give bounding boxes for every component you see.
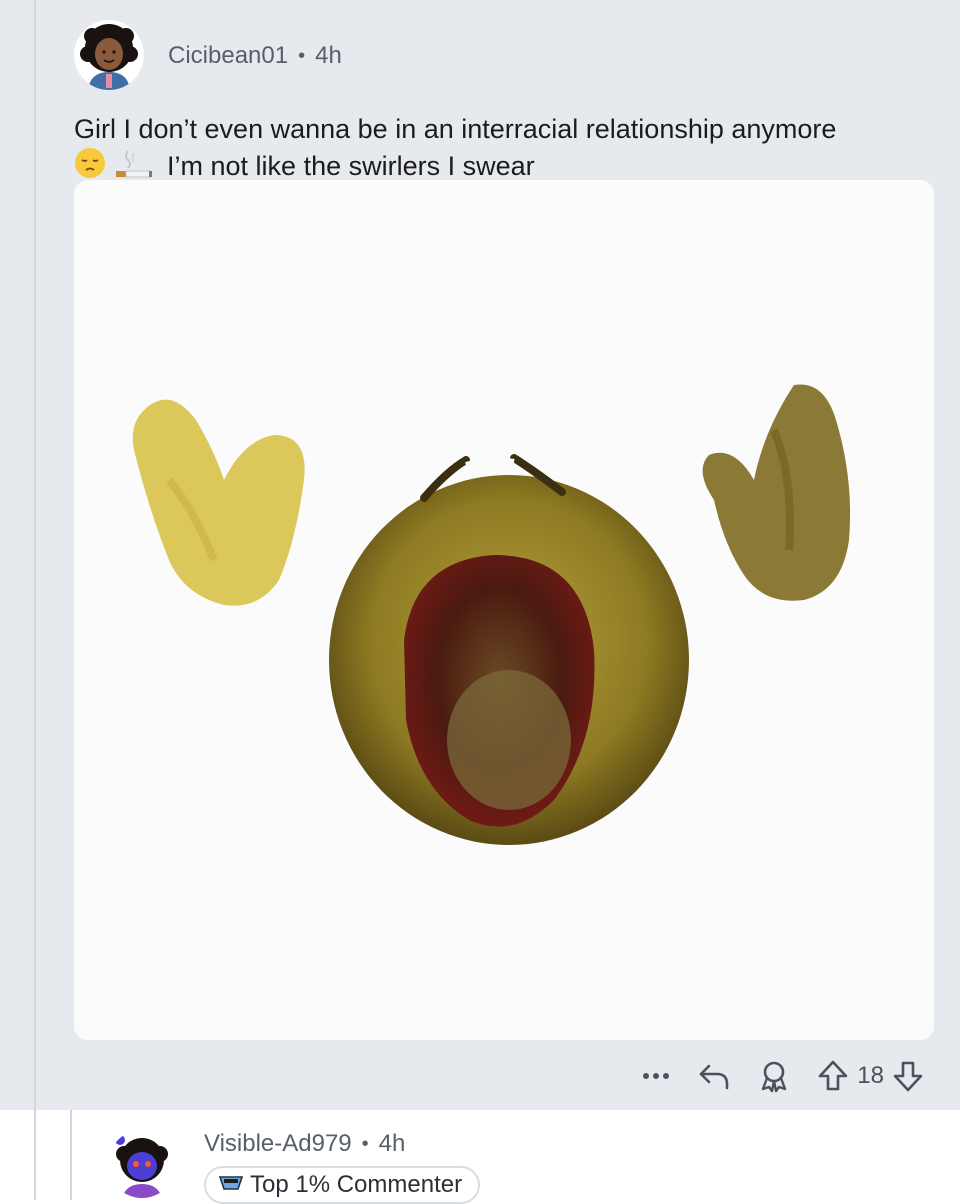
screaming-emoji-image: [74, 180, 934, 1040]
meta-separator: •: [298, 44, 306, 67]
reply-username[interactable]: Visible-Ad979: [204, 1130, 352, 1158]
award-icon[interactable]: [757, 1059, 791, 1093]
reply-icon[interactable]: [697, 1060, 731, 1092]
comment-time: 4h: [315, 42, 342, 69]
thread-line[interactable]: [34, 0, 36, 1200]
comment-username[interactable]: Cicibean01: [168, 42, 288, 70]
comment-actions-bar: 18: [641, 1054, 924, 1098]
reply-avatar-image: [108, 1130, 176, 1198]
avatar-image: [74, 20, 144, 90]
vote-score: 18: [857, 1062, 884, 1089]
top-commenter-label: Top 1% Commenter: [250, 1171, 463, 1198]
comment-media-image[interactable]: [74, 180, 934, 1040]
reply-time: 4h: [378, 1130, 406, 1157]
reply-meta: Visible-Ad979 • 4h: [204, 1130, 405, 1158]
user-avatar[interactable]: [74, 20, 144, 90]
reply-user-avatar[interactable]: [108, 1130, 176, 1198]
vote-controls: 18: [817, 1059, 924, 1093]
top-commenter-icon: [218, 1171, 244, 1200]
reply-meta-separator: •: [361, 1132, 369, 1155]
reply-thread-line[interactable]: [70, 1110, 72, 1200]
more-options-icon[interactable]: [641, 1071, 671, 1081]
comment-meta: Cicibean01 • 4h: [168, 42, 342, 70]
downvote-icon[interactable]: [892, 1059, 924, 1093]
upvote-icon[interactable]: [817, 1059, 849, 1093]
comment-text-line-2: I’m not like the swirlers I swear: [167, 150, 535, 181]
comment-text-line-1: Girl I don’t even wanna be in an interra…: [74, 114, 837, 144]
comment-body: Girl I don’t even wanna be in an interra…: [74, 112, 944, 188]
top-commenter-badge[interactable]: Top 1% Commenter: [204, 1166, 481, 1204]
